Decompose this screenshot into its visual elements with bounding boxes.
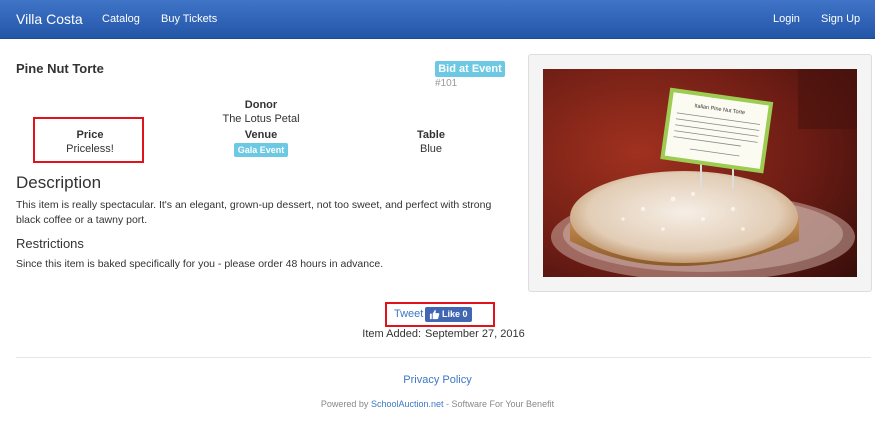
item-added-label: Item Added:	[362, 328, 422, 340]
donor-cell: Donor The Lotus Petal	[186, 98, 336, 127]
price-highlight-box	[33, 117, 144, 163]
schoolauction-link[interactable]: SchoolAuction.net	[371, 399, 444, 409]
item-title: Pine Nut Torte	[16, 61, 104, 76]
venue-badge: Gala Event	[233, 143, 289, 157]
nav-buy-tickets-link[interactable]: Buy Tickets	[161, 13, 217, 25]
table-value: Blue	[419, 143, 443, 155]
nav-signup-link[interactable]: Sign Up	[821, 13, 860, 25]
restrictions-text: Since this item is baked specifically fo…	[16, 258, 384, 270]
table-cell: Table Blue	[356, 128, 506, 157]
powered-suffix: - Software For Your Benefit	[443, 399, 555, 409]
brand-link[interactable]: Villa Costa	[16, 11, 83, 27]
venue-cell: Venue Gala Event	[186, 128, 336, 157]
donor-value: The Lotus Petal	[222, 113, 300, 125]
restrictions-heading: Restrictions	[16, 236, 84, 251]
footer-divider	[16, 357, 871, 358]
privacy-policy-link[interactable]: Privacy Policy	[0, 374, 875, 386]
nav-catalog-link[interactable]: Catalog	[102, 13, 140, 25]
torte-photo-illustration: Italian Pine Nut Torte	[543, 69, 857, 277]
item-added-line: Item Added: September 27, 2016	[0, 328, 875, 340]
powered-prefix: Powered by	[320, 399, 369, 409]
item-number: #101	[435, 78, 458, 89]
nav-login-link[interactable]: Login	[773, 13, 800, 25]
donor-label: Donor	[244, 99, 278, 111]
social-highlight-box	[385, 302, 495, 327]
bid-status-badge: Bid at Event	[435, 61, 505, 77]
item-added-date: September 27, 2016	[425, 328, 525, 340]
item-photo[interactable]: Italian Pine Nut Torte	[543, 69, 857, 277]
description-text: This item is really spectacular. It's an…	[16, 199, 492, 226]
powered-by-line: Powered by SchoolAuction.net - Software …	[0, 399, 875, 409]
item-photo-panel: Italian Pine Nut Torte	[528, 54, 872, 292]
table-label: Table	[417, 129, 445, 141]
description-heading: Description	[16, 173, 102, 192]
venue-label: Venue	[244, 129, 278, 141]
top-navbar: Villa Costa Catalog Buy Tickets Login Si…	[0, 0, 875, 39]
